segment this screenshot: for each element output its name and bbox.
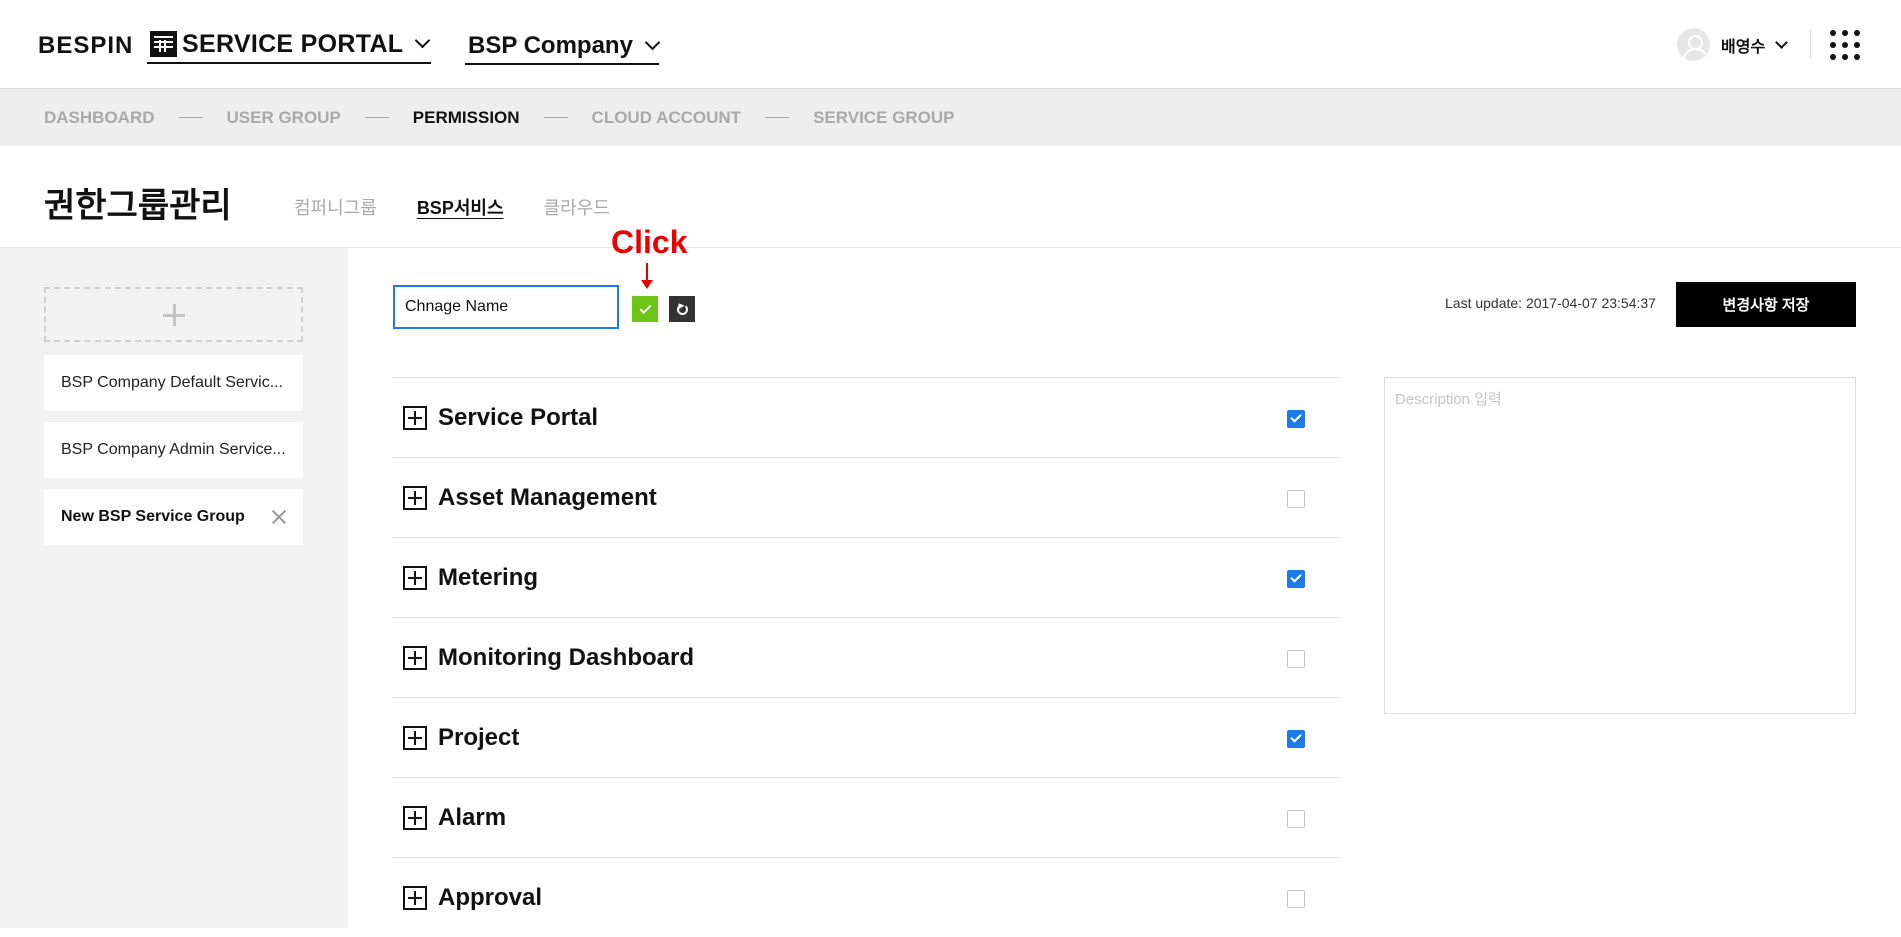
step-cloud-account[interactable]: CLOUD ACCOUNT bbox=[592, 108, 742, 128]
chevron-down-icon bbox=[415, 32, 431, 49]
expand-icon[interactable] bbox=[403, 805, 427, 830]
save-changes-button[interactable]: 변경사항 저장 bbox=[1676, 282, 1856, 327]
add-group-button[interactable] bbox=[44, 287, 303, 342]
permission-checkbox[interactable] bbox=[1287, 650, 1305, 668]
check-icon bbox=[638, 301, 652, 314]
group-name-input[interactable] bbox=[393, 285, 619, 329]
title-row: 권한그룹관리 컴퍼니그룹 BSP서비스 클라우드 bbox=[0, 146, 1901, 248]
step-dashboard[interactable]: DASHBOARD bbox=[44, 108, 155, 128]
permission-row: Service Portal bbox=[393, 377, 1339, 457]
permission-list: Service Portal Asset Management Metering… bbox=[393, 377, 1339, 937]
permission-checkbox[interactable] bbox=[1287, 410, 1305, 428]
step-separator bbox=[178, 117, 203, 118]
service-portal-dropdown[interactable]: SERVICE PORTAL bbox=[147, 26, 431, 64]
step-separator bbox=[543, 117, 568, 118]
confirm-name-button[interactable] bbox=[632, 296, 658, 322]
permission-label: Approval bbox=[438, 883, 543, 911]
click-annotation: Click bbox=[611, 224, 688, 260]
apps-grid-icon[interactable] bbox=[1830, 30, 1860, 60]
avatar-icon bbox=[1677, 28, 1710, 61]
permission-row: Alarm bbox=[393, 777, 1339, 857]
permission-checkbox[interactable] bbox=[1287, 570, 1305, 588]
user-menu[interactable]: 배영수 bbox=[1677, 28, 1789, 61]
permission-tabs: 컴퍼니그룹 BSP서비스 클라우드 bbox=[294, 194, 650, 220]
step-permission[interactable]: PERMISSION bbox=[413, 108, 520, 128]
group-item-admin[interactable]: BSP Company Admin Service... bbox=[44, 422, 303, 478]
permission-checkbox[interactable] bbox=[1287, 890, 1305, 908]
permission-label: Asset Management bbox=[438, 483, 657, 511]
expand-icon[interactable] bbox=[403, 485, 427, 510]
tab-cloud[interactable]: 클라우드 bbox=[544, 194, 610, 220]
step-separator bbox=[765, 117, 790, 118]
expand-icon[interactable] bbox=[403, 565, 427, 590]
portal-label: SERVICE PORTAL bbox=[182, 29, 404, 58]
top-header: BESPIN SERVICE PORTAL BSP Company 배영수 bbox=[0, 0, 1901, 89]
expand-icon[interactable] bbox=[403, 405, 427, 430]
permission-row: Approval bbox=[393, 857, 1339, 937]
bespin-logo[interactable]: BESPIN bbox=[38, 32, 133, 60]
description-textarea[interactable] bbox=[1384, 377, 1856, 714]
last-update-text: Last update: 2017-04-07 23:54:37 bbox=[1445, 295, 1656, 311]
portal-grid-icon bbox=[150, 31, 177, 57]
permission-checkbox[interactable] bbox=[1287, 810, 1305, 828]
permission-checkbox[interactable] bbox=[1287, 490, 1305, 508]
company-dropdown[interactable]: BSP Company bbox=[465, 28, 661, 65]
permission-label: Service Portal bbox=[438, 403, 599, 431]
header-divider bbox=[1810, 30, 1811, 58]
expand-icon[interactable] bbox=[403, 645, 427, 670]
tab-company-group[interactable]: 컴퍼니그룹 bbox=[294, 194, 377, 220]
tab-bsp-service[interactable]: BSP서비스 bbox=[417, 194, 504, 220]
permission-label: Project bbox=[438, 723, 520, 751]
chevron-down-icon bbox=[644, 34, 661, 50]
permission-label: Metering bbox=[438, 563, 539, 591]
group-item-label: New BSP Service Group bbox=[61, 508, 245, 525]
permission-label: Alarm bbox=[438, 803, 507, 831]
step-service-group[interactable]: SERVICE GROUP bbox=[813, 108, 954, 128]
company-label: BSP Company bbox=[468, 31, 633, 59]
chevron-down-icon bbox=[1775, 35, 1789, 49]
permission-checkbox[interactable] bbox=[1287, 730, 1305, 748]
close-icon[interactable] bbox=[271, 509, 287, 525]
permission-row: Asset Management bbox=[393, 457, 1339, 537]
group-item-default[interactable]: BSP Company Default Servic... bbox=[44, 355, 303, 411]
permission-label: Monitoring Dashboard bbox=[438, 643, 694, 671]
undo-icon bbox=[676, 303, 688, 315]
group-sidebar: BSP Company Default Servic... BSP Compan… bbox=[0, 248, 348, 928]
expand-icon[interactable] bbox=[403, 885, 427, 910]
step-user-group[interactable]: USER GROUP bbox=[227, 108, 341, 128]
arrow-down-icon bbox=[641, 263, 653, 289]
reset-name-button[interactable] bbox=[669, 296, 695, 322]
user-name: 배영수 bbox=[1721, 38, 1766, 56]
permission-row: Metering bbox=[393, 537, 1339, 617]
permission-row: Monitoring Dashboard bbox=[393, 617, 1339, 697]
permission-row: Project bbox=[393, 697, 1339, 777]
group-item-new[interactable]: New BSP Service Group bbox=[44, 489, 303, 545]
step-navigation: DASHBOARD USER GROUP PERMISSION CLOUD AC… bbox=[0, 89, 1901, 146]
step-separator bbox=[364, 117, 389, 118]
plus-icon bbox=[162, 303, 185, 326]
page-title: 권한그룹관리 bbox=[44, 187, 232, 225]
expand-icon[interactable] bbox=[403, 725, 427, 750]
